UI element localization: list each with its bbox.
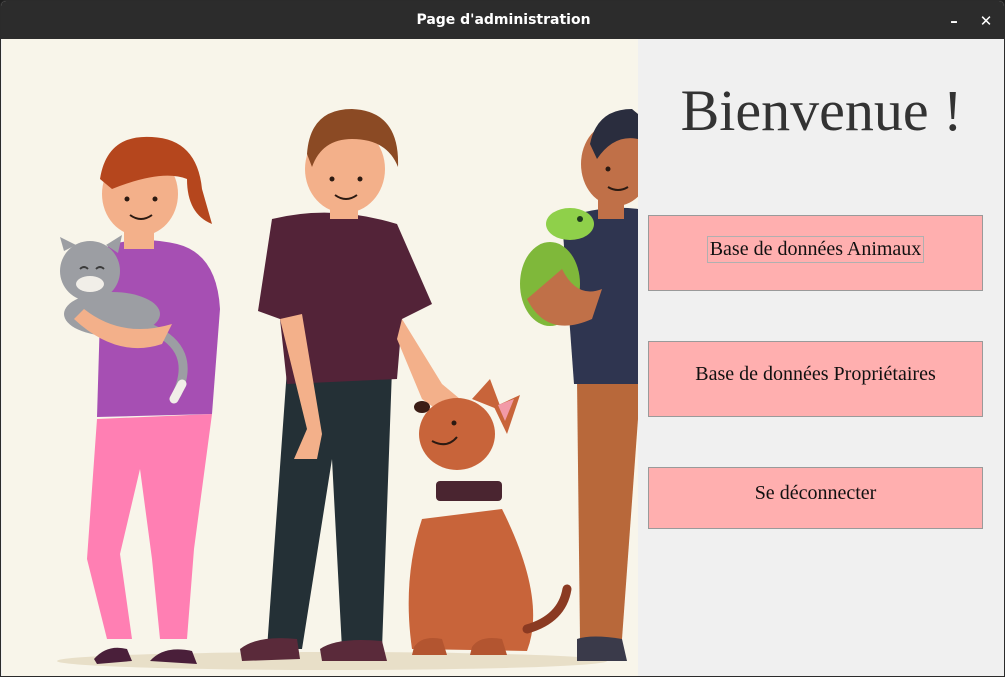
minimize-icon[interactable]: – <box>943 10 965 32</box>
logout-label: Se déconnecter <box>754 482 877 504</box>
window-title: Page d'administration <box>416 12 591 28</box>
title-bar[interactable]: Page d'administration – ✕ <box>1 1 1004 39</box>
boy-with-turtle-figure <box>520 109 638 661</box>
close-icon[interactable]: ✕ <box>975 10 997 32</box>
owners-database-label: Base de données Propriétaires <box>695 363 936 385</box>
animals-database-label: Base de données Animaux <box>706 236 925 263</box>
animals-database-button[interactable]: Base de données Animaux <box>648 215 983 291</box>
people-with-pets-illustration <box>2 39 638 676</box>
dog-figure <box>408 379 572 655</box>
logout-button[interactable]: Se déconnecter <box>648 467 983 529</box>
welcome-heading: Bienvenue ! <box>680 78 963 143</box>
girl-figure <box>60 136 220 664</box>
side-panel: Bienvenue ! Base de données Animaux Base… <box>638 39 1004 676</box>
owners-database-button[interactable]: Base de données Propriétaires <box>648 341 983 417</box>
illustration-svg <box>57 109 638 670</box>
app-window: Page d'administration – ✕ Bienvenue ! Ba… <box>0 0 1005 677</box>
